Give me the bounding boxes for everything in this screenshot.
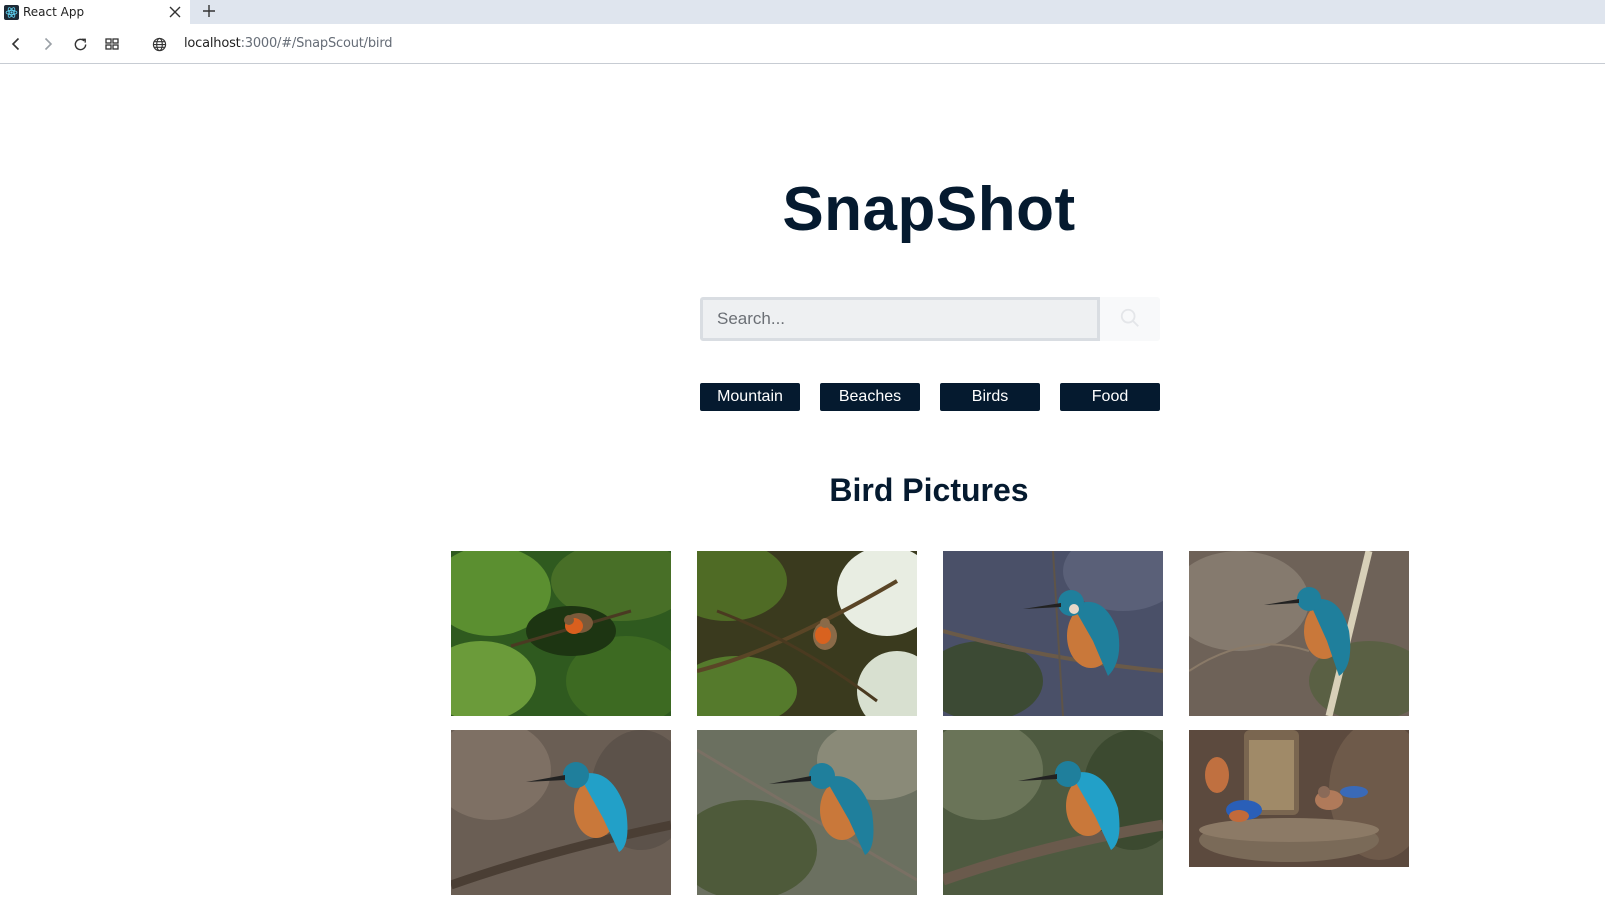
gallery-photo-bluebirds-feeder[interactable] [1189, 730, 1409, 867]
reload-icon[interactable] [69, 33, 91, 55]
gallery-photo-kingfisher-perched[interactable] [451, 730, 671, 895]
address-bar[interactable]: localhost:3000/#/SnapScout/bird [184, 36, 392, 51]
gallery-photo-kingfisher-branch[interactable] [943, 551, 1163, 716]
gallery-photo-kingfisher-stem[interactable] [697, 730, 917, 895]
search-icon [1119, 307, 1141, 332]
gallery-photo-kingfisher-twig[interactable] [1189, 551, 1409, 716]
gallery-photo-kingfisher-log[interactable] [943, 730, 1163, 895]
browser-tabstrip: React App [0, 0, 1605, 24]
forward-arrow-icon[interactable] [37, 33, 59, 55]
url-path: :3000/#/SnapScout/bird [240, 36, 393, 51]
nav-birds-button[interactable]: Birds [940, 383, 1040, 411]
browser-tab[interactable]: React App [0, 0, 190, 24]
search-form [700, 297, 1160, 341]
globe-icon[interactable] [148, 33, 170, 55]
search-button[interactable] [1100, 297, 1160, 341]
back-arrow-icon[interactable] [5, 33, 27, 55]
photo-gallery [451, 551, 1411, 902]
react-favicon-icon [4, 4, 19, 20]
nav-beaches-button[interactable]: Beaches [820, 383, 920, 411]
close-tab-icon[interactable] [166, 3, 184, 21]
browser-toolbar: localhost:3000/#/SnapScout/bird [0, 24, 1605, 64]
gallery-photo-robin-branches[interactable] [697, 551, 917, 716]
search-input[interactable] [700, 297, 1100, 341]
new-tab-icon[interactable] [199, 1, 219, 21]
tab-title: React App [23, 5, 85, 19]
nav-food-button[interactable]: Food [1060, 383, 1160, 411]
gallery-photo-robin-conifer[interactable] [451, 551, 671, 716]
tab-grid-icon[interactable] [101, 33, 123, 55]
nav-mountain-button[interactable]: Mountain [700, 383, 800, 411]
section-title: Bird Pictures [829, 472, 1029, 508]
url-host: localhost [184, 36, 241, 51]
category-nav: Mountain Beaches Birds Food [700, 383, 1160, 411]
page-title: SnapShot [782, 175, 1076, 244]
